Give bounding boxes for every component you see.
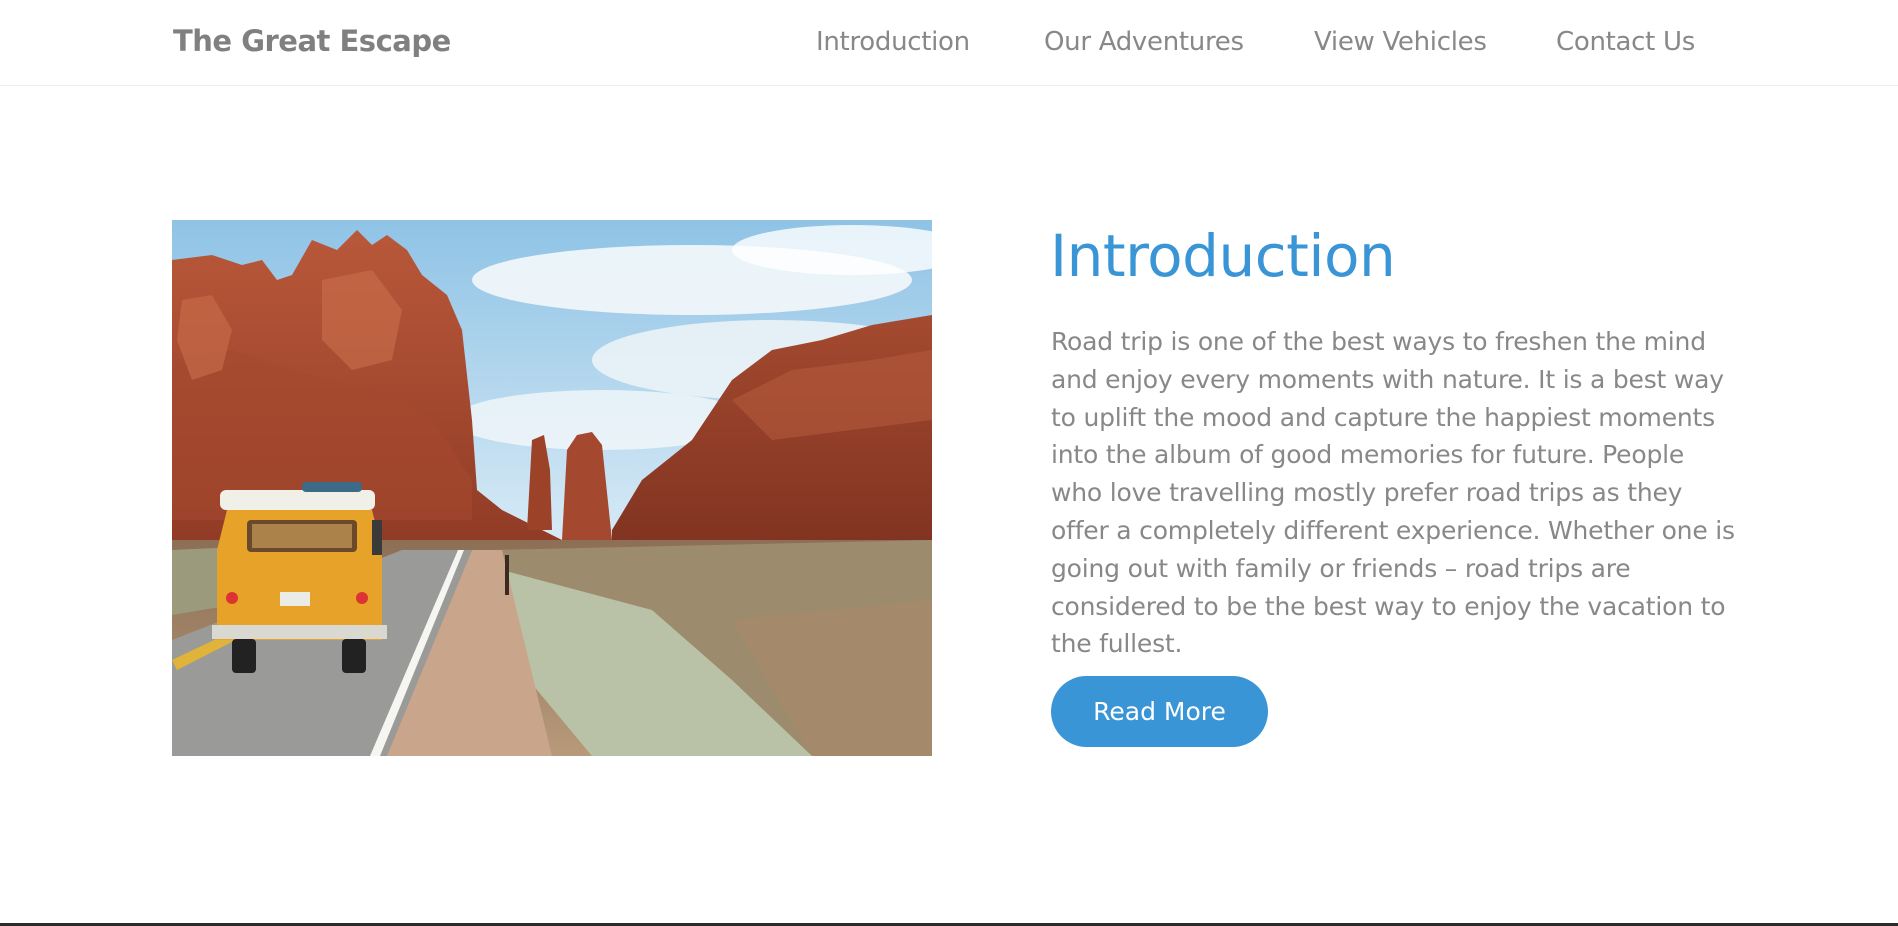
top-navbar: The Great Escape Introduction Our Advent… (0, 0, 1898, 86)
nav-link-view-vehicles[interactable]: View Vehicles (1314, 27, 1487, 57)
intro-heading: Introduction (1050, 222, 1396, 290)
nav-menu: Introduction Our Adventures View Vehicle… (0, 27, 1898, 63)
nav-link-contact-us[interactable]: Contact Us (1556, 27, 1695, 57)
road-trip-photo (172, 220, 932, 756)
read-more-button[interactable]: Read More (1051, 676, 1268, 747)
intro-paragraph: Road trip is one of the best ways to fre… (1051, 327, 1735, 659)
nav-link-our-adventures[interactable]: Our Adventures (1044, 27, 1244, 57)
nav-link-introduction[interactable]: Introduction (816, 27, 970, 57)
